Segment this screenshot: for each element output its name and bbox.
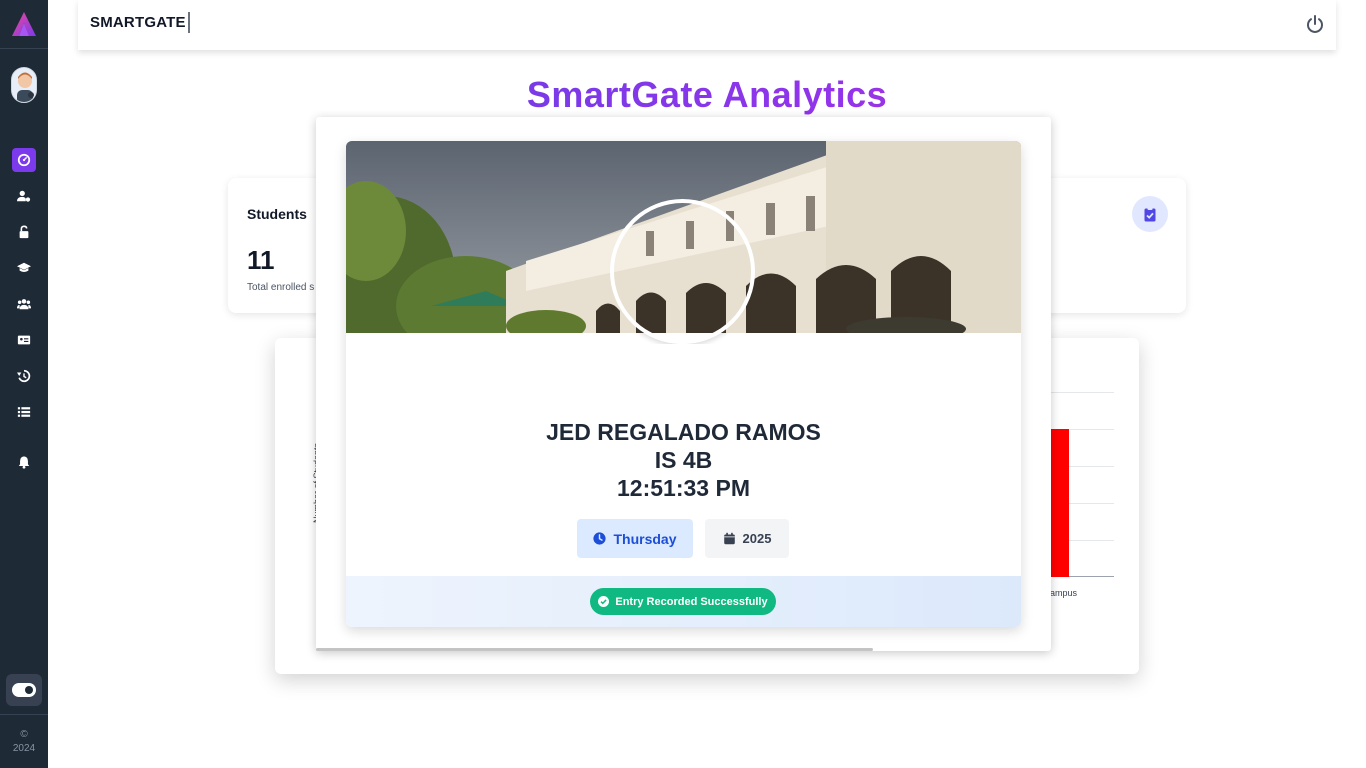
power-icon[interactable] xyxy=(1305,14,1325,34)
profile-photo-ring xyxy=(610,199,755,344)
student-name: JED REGALADO RAMOS xyxy=(546,419,821,445)
year-chip: 2025 xyxy=(705,519,789,558)
student-section: IS 4B xyxy=(654,447,713,473)
toggle-knob xyxy=(25,686,33,694)
top-bar: SMARTGATE xyxy=(78,0,1336,50)
check-circle-icon xyxy=(598,596,610,607)
clock-icon xyxy=(593,532,607,545)
sidebar-item-dashboard[interactable] xyxy=(12,148,36,172)
sidebar-item-access[interactable] xyxy=(12,220,36,244)
year-label: 2025 xyxy=(742,531,772,546)
status-text: Entry Recorded Successfully xyxy=(615,595,768,608)
sidebar-item-students[interactable] xyxy=(12,256,36,280)
app-logo-icon[interactable] xyxy=(11,11,37,37)
entry-time: 12:51:33 PM xyxy=(617,475,750,501)
gauge-icon xyxy=(17,153,31,167)
chart-gridline xyxy=(1050,392,1114,393)
sidebar-item-user-settings[interactable] xyxy=(12,184,36,208)
user-gear-icon xyxy=(17,190,31,202)
sidebar-divider xyxy=(0,48,48,49)
copyright: © 2024 xyxy=(0,728,48,756)
sidebar-item-notifications[interactable] xyxy=(12,450,36,474)
unlock-icon xyxy=(19,225,29,239)
toggle-track xyxy=(12,683,36,697)
graduation-cap-icon xyxy=(17,262,31,272)
clipboard-check-icon xyxy=(1132,196,1168,232)
day-chip: Thursday xyxy=(577,519,693,558)
theme-toggle[interactable] xyxy=(6,674,42,706)
day-label: Thursday xyxy=(613,530,677,547)
users-icon xyxy=(17,299,31,310)
stat-title: Students xyxy=(247,206,307,222)
sidebar-item-history[interactable] xyxy=(12,364,36,388)
copyright-symbol: © xyxy=(20,729,28,740)
sidebar-item-id-cards[interactable] xyxy=(12,328,36,352)
entry-card: JED REGALADO RAMOS IS 4B 12:51:33 PM Thu… xyxy=(346,141,1021,627)
chart-x-tick-label: ampus xyxy=(1050,588,1078,598)
page-title: SmartGate Analytics xyxy=(0,74,1366,116)
sidebar-item-users[interactable] xyxy=(12,292,36,316)
sidebar-footer-divider xyxy=(0,714,48,715)
bell-icon xyxy=(18,456,30,469)
chart-bar[interactable] xyxy=(1050,429,1069,577)
history-icon xyxy=(17,369,31,383)
brand-divider xyxy=(188,12,190,33)
calendar-icon xyxy=(723,532,735,545)
stat-value: 11 xyxy=(247,245,275,275)
stat-subtitle: Total enrolled s xyxy=(247,282,315,293)
modal-scrollbar[interactable] xyxy=(316,648,873,651)
copyright-year: 2024 xyxy=(12,743,36,754)
list-icon xyxy=(17,407,31,417)
id-card-icon xyxy=(17,335,31,345)
status-badge: Entry Recorded Successfully xyxy=(590,588,776,615)
sidebar-item-logs[interactable] xyxy=(12,400,36,424)
entry-modal: JED REGALADO RAMOS IS 4B 12:51:33 PM Thu… xyxy=(316,117,1051,651)
brand-name: SMARTGATE xyxy=(90,14,186,31)
